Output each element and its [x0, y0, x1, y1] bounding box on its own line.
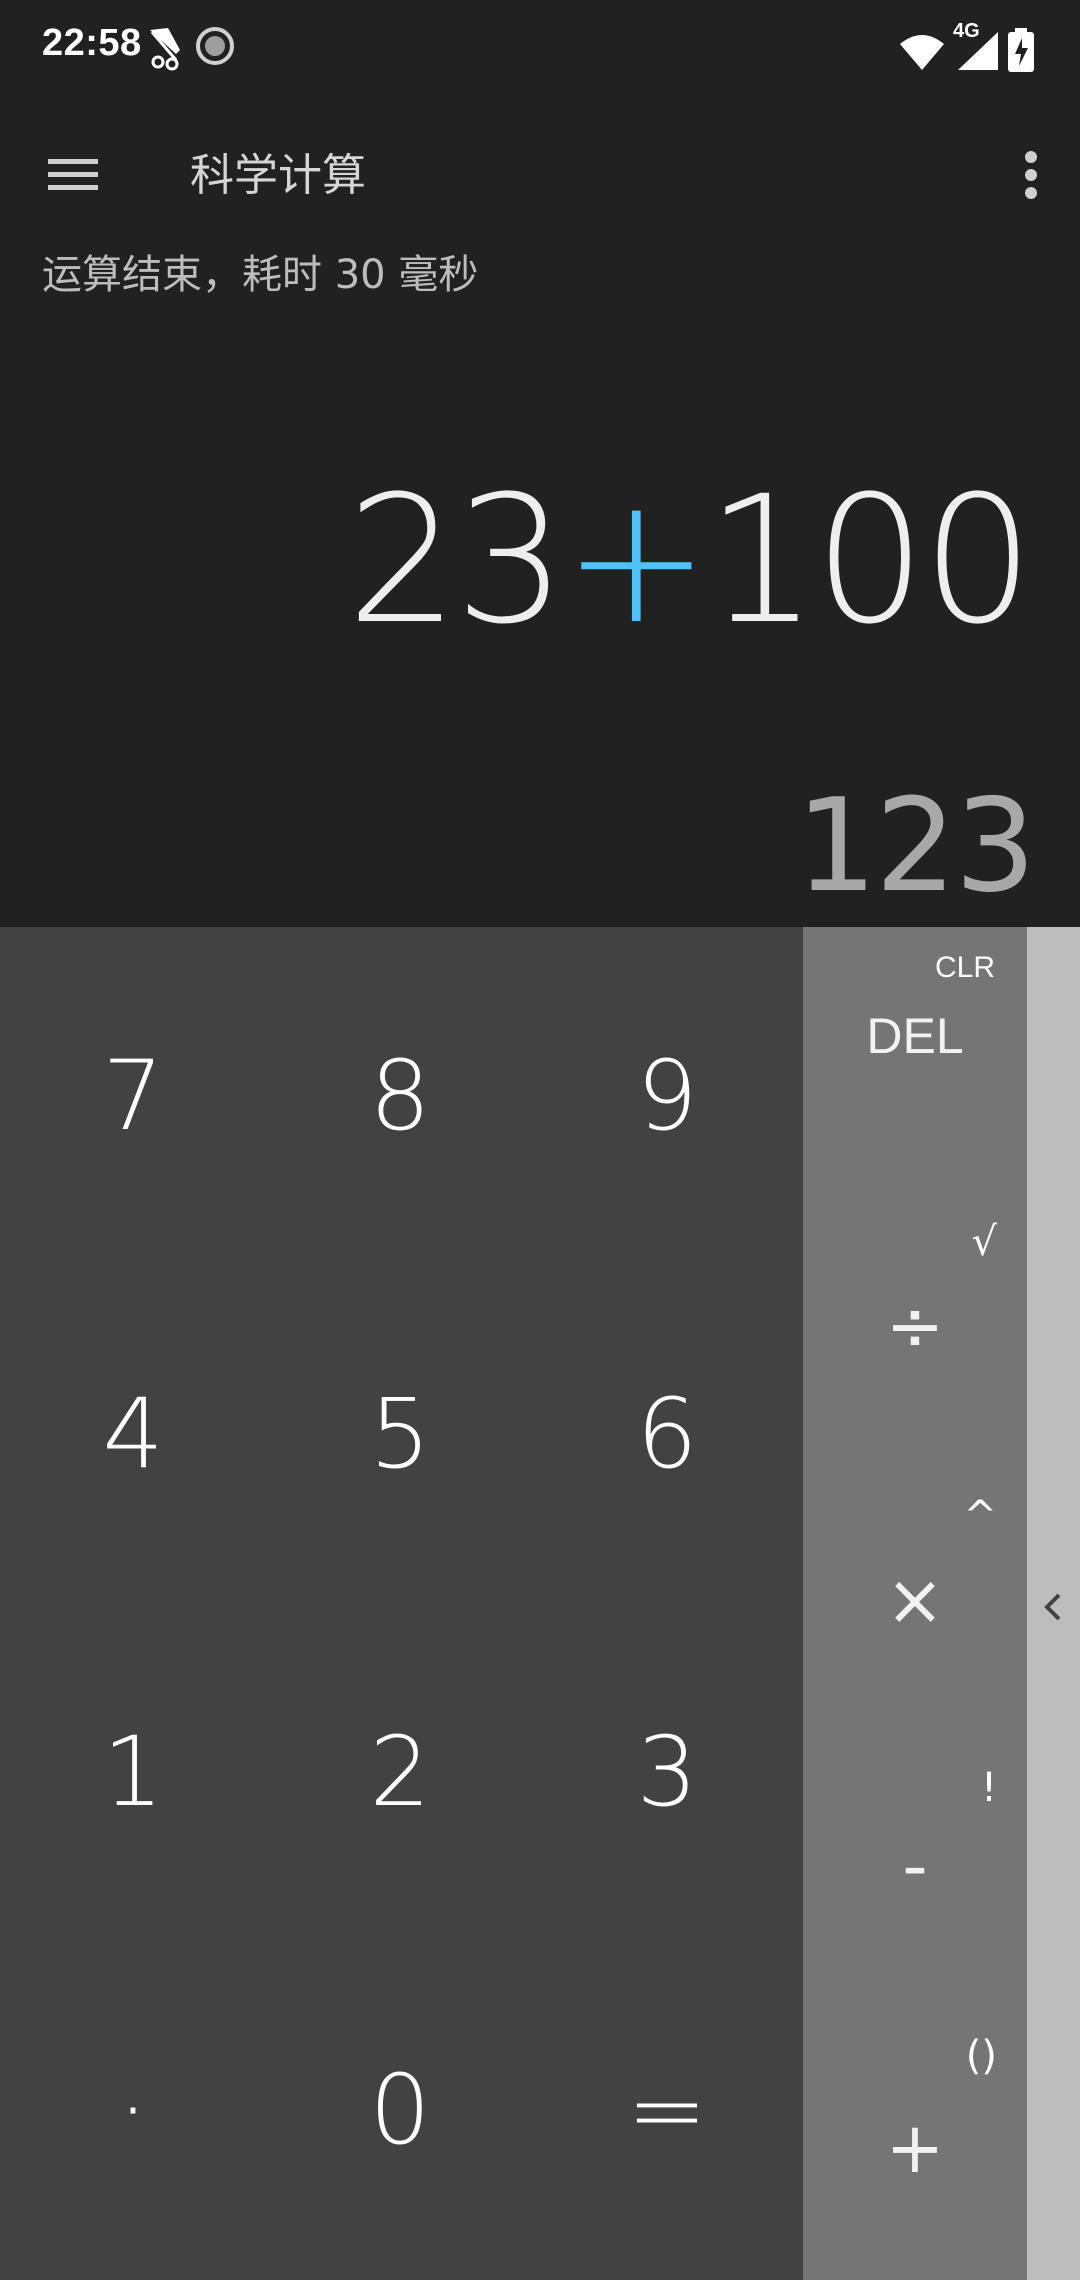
status-time: 22:58	[42, 22, 142, 64]
key-7[interactable]: 7	[0, 927, 266, 1265]
multiply-button[interactable]: ×	[803, 1559, 1027, 1641]
page-title: 科学计算	[190, 150, 366, 201]
key-1[interactable]: 1	[0, 1603, 266, 1941]
cell-signal-icon	[958, 32, 998, 70]
hamburger-menu-icon[interactable]	[28, 130, 118, 220]
factorial-button[interactable]: !	[981, 1765, 997, 1811]
plus-button[interactable]: +	[803, 2107, 1027, 2189]
formula-operator: +	[562, 458, 710, 663]
chevron-left-icon	[1044, 1593, 1061, 1621]
parentheses-button[interactable]: ()	[966, 2033, 997, 2079]
operator-pad: CLR DEL √ ÷ ^ × ! - () +	[803, 927, 1027, 2280]
key-8[interactable]: 8	[267, 927, 533, 1265]
advanced-panel-handle[interactable]	[1027, 927, 1080, 2280]
calculation-status-message: 运算结束，耗时 30 毫秒	[42, 252, 479, 298]
formula-display[interactable]: 23+100	[346, 458, 1034, 663]
sync-icon	[196, 27, 234, 65]
result-display: 123	[795, 772, 1036, 921]
key-decimal[interactable]: ·	[0, 1941, 266, 2279]
wifi-icon	[900, 35, 944, 70]
number-pad: 7 8 9 4 5 6 1 2 3 · 0 =	[0, 927, 803, 2280]
key-9[interactable]: 9	[534, 927, 800, 1265]
key-4[interactable]: 4	[0, 1265, 266, 1603]
power-button[interactable]: ^	[963, 1493, 997, 1539]
clear-button[interactable]: CLR	[935, 951, 995, 985]
key-5[interactable]: 5	[267, 1265, 533, 1603]
minus-button[interactable]: -	[803, 1825, 1027, 1907]
delete-button[interactable]: DEL	[803, 1007, 1027, 1065]
status-bar: 22:58 4G	[0, 0, 1080, 92]
divide-button[interactable]: ÷	[803, 1285, 1027, 1367]
battery-icon	[1008, 28, 1034, 72]
formula-operand-right: 100	[706, 458, 1034, 663]
key-2[interactable]: 2	[267, 1603, 533, 1941]
sqrt-button[interactable]: √	[972, 1219, 998, 1265]
formula-operand-left: 23	[346, 458, 567, 663]
key-6[interactable]: 6	[534, 1265, 800, 1603]
key-3[interactable]: 3	[534, 1603, 800, 1941]
app-toolbar: 科学计算	[0, 92, 1080, 242]
key-equals[interactable]: =	[534, 1941, 800, 2279]
more-vert-icon[interactable]	[996, 130, 1066, 220]
key-0[interactable]: 0	[267, 1941, 533, 2279]
notification-icon	[150, 28, 180, 71]
calculator-screen: 22:58 4G 科学计算 运算结束，耗时 30 毫秒 23+100 123 7…	[0, 0, 1080, 2280]
